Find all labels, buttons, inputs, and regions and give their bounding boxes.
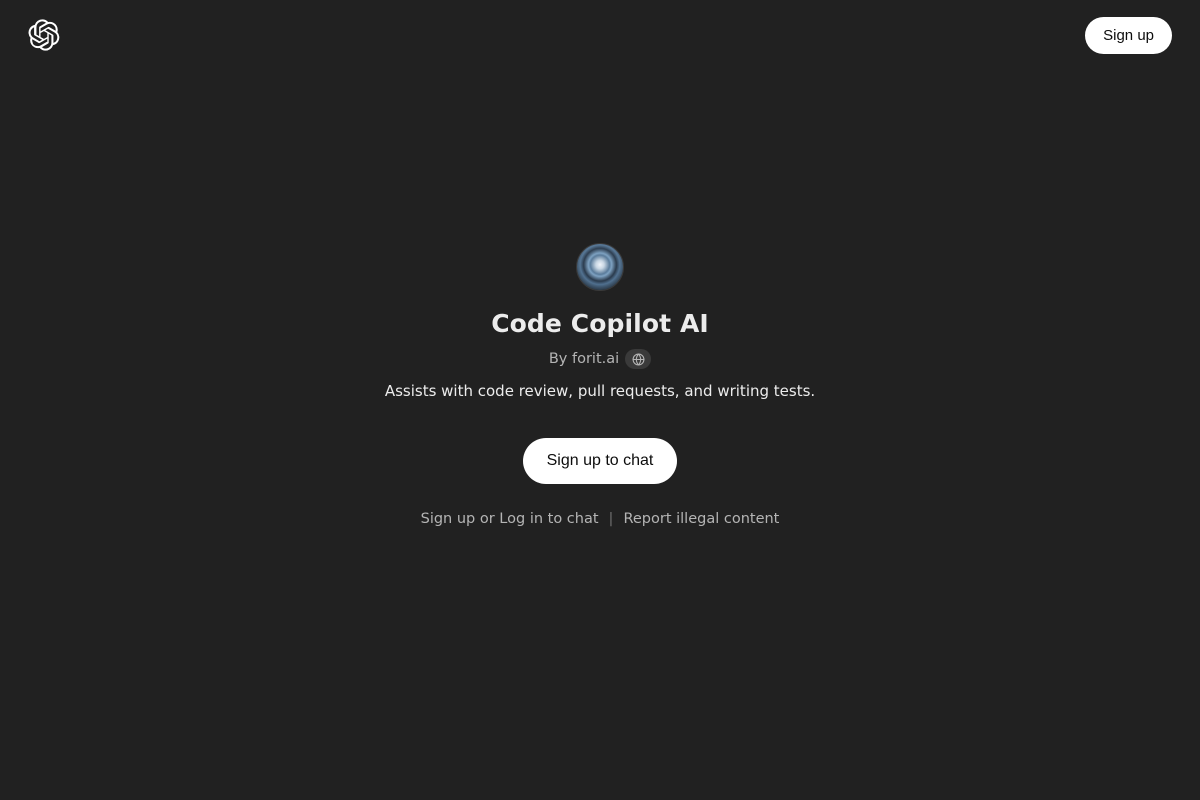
assistant-avatar bbox=[576, 243, 624, 291]
globe-icon bbox=[625, 349, 651, 369]
main-content: Code Copilot AI By forit.ai Assists with… bbox=[0, 0, 1200, 785]
author-text: By forit.ai bbox=[549, 351, 619, 367]
footer-separator: | bbox=[609, 511, 614, 527]
footer-links: Sign up or Log in to chat | Report illeg… bbox=[421, 511, 780, 527]
signup-to-chat-button[interactable]: Sign up to chat bbox=[523, 438, 678, 484]
page-description: Assists with code review, pull requests,… bbox=[385, 382, 815, 400]
report-link[interactable]: Report illegal content bbox=[623, 511, 779, 527]
page-title: Code Copilot AI bbox=[491, 309, 709, 338]
login-prompt-link[interactable]: Sign up or Log in to chat bbox=[421, 511, 599, 527]
byline: By forit.ai bbox=[549, 349, 651, 369]
